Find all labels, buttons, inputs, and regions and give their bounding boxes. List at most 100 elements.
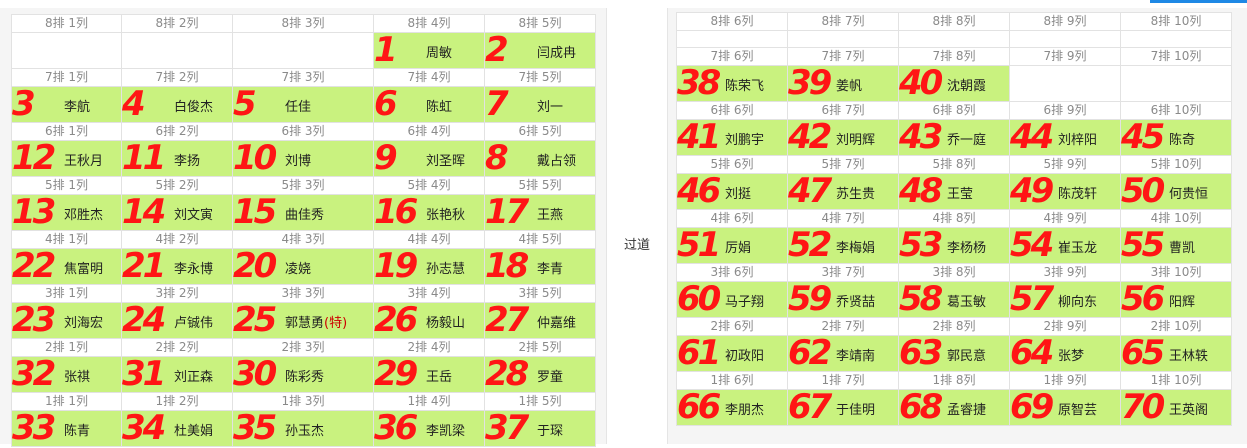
occupied-seat[interactable]: 4 白俊杰 (121, 86, 233, 123)
occupied-seat[interactable]: 27 仲嘉维 (484, 302, 596, 339)
occupied-seat[interactable]: 3 李航 (11, 86, 122, 123)
occupied-seat[interactable]: 2 闫成冉 (484, 32, 596, 69)
occupied-seat[interactable]: 11 李扬 (121, 140, 233, 177)
empty-seat[interactable] (676, 30, 788, 48)
occupied-seat[interactable]: 48 王莹 (898, 173, 1010, 210)
occupied-seat[interactable]: 37 于琛 (484, 410, 596, 447)
occupied-seat[interactable]: 43 乔一庭 (898, 119, 1010, 156)
occupied-seat[interactable]: 10 刘博 (232, 140, 374, 177)
occupied-seat[interactable]: 64 张梦 (1009, 335, 1121, 372)
occupied-seat[interactable]: 35 孙玉杰 (232, 410, 374, 447)
occupied-seat[interactable]: 31 刘正森 (121, 356, 233, 393)
student-name: 陈彩秀 (285, 366, 324, 385)
occupied-seat[interactable]: 21 李永博 (121, 248, 233, 285)
student-name: 王莹 (947, 183, 973, 202)
occupied-seat[interactable]: 67 于佳明 (787, 389, 899, 426)
occupied-seat[interactable]: 36 李凯梁 (373, 410, 485, 447)
occupied-seat[interactable]: 54 崔玉龙 (1009, 227, 1121, 264)
seat-row: 13 邓胜杰 14 刘文寅 15 曲佳秀 16 张艳秋 17 王燕 (11, 194, 596, 231)
occupied-seat[interactable]: 8 戴占领 (484, 140, 596, 177)
student-name-text: 刘鹏宇 (725, 133, 765, 148)
occupied-seat[interactable]: 15 曲佳秀 (232, 194, 374, 231)
occupied-seat[interactable]: 13 邓胜杰 (11, 194, 122, 231)
occupied-seat[interactable]: 28 罗童 (484, 356, 596, 393)
seat-row: 46 刘挺 47 苏生贵 48 王莹 49 陈茂轩 50 何贵恒 (676, 173, 1232, 210)
occupied-seat[interactable]: 17 王燕 (484, 194, 596, 231)
student-name-text: 邓胜杰 (64, 208, 104, 223)
handwritten-seat-number: 9 (374, 138, 398, 178)
occupied-seat[interactable]: 25 郭慧勇(特) (232, 302, 374, 339)
student-name: 陈茂轩 (1058, 183, 1097, 202)
occupied-seat[interactable]: 42 刘明辉 (787, 119, 899, 156)
student-name: 罗童 (537, 366, 563, 385)
empty-seat[interactable] (11, 32, 122, 69)
occupied-seat[interactable]: 60 马子翔 (676, 281, 788, 318)
occupied-seat[interactable]: 39 姜帆 (787, 65, 899, 102)
occupied-seat[interactable]: 44 刘梓阳 (1009, 119, 1121, 156)
student-name-text: 葛玉敏 (947, 295, 987, 310)
handwritten-seat-number: 42 (788, 117, 832, 157)
empty-seat[interactable] (1120, 65, 1232, 102)
occupied-seat[interactable]: 66 李朋杰 (676, 389, 788, 426)
occupied-seat[interactable]: 62 李靖南 (787, 335, 899, 372)
empty-seat[interactable] (898, 30, 1010, 48)
handwritten-seat-number: 33 (12, 408, 56, 448)
occupied-seat[interactable]: 12 王秋月 (11, 140, 122, 177)
student-name-text: 柳向东 (1058, 295, 1098, 310)
occupied-seat[interactable]: 40 沈朝霞 (898, 65, 1010, 102)
occupied-seat[interactable]: 46 刘挺 (676, 173, 788, 210)
occupied-seat[interactable]: 51 厉娟 (676, 227, 788, 264)
occupied-seat[interactable]: 33 陈青 (11, 410, 122, 447)
occupied-seat[interactable]: 6 陈虹 (373, 86, 485, 123)
occupied-seat[interactable]: 65 王林轶 (1120, 335, 1232, 372)
occupied-seat[interactable]: 29 王岳 (373, 356, 485, 393)
occupied-seat[interactable]: 22 焦富明 (11, 248, 122, 285)
occupied-seat[interactable]: 16 张艳秋 (373, 194, 485, 231)
student-name: 何贵恒 (1169, 183, 1208, 202)
occupied-seat[interactable]: 61 初政阳 (676, 335, 788, 372)
occupied-seat[interactable]: 53 李杨杨 (898, 227, 1010, 264)
occupied-seat[interactable]: 19 孙志慧 (373, 248, 485, 285)
occupied-seat[interactable]: 45 陈奇 (1120, 119, 1232, 156)
occupied-seat[interactable]: 7 刘一 (484, 86, 596, 123)
occupied-seat[interactable]: 1 周敏 (373, 32, 485, 69)
occupied-seat[interactable]: 56 阳辉 (1120, 281, 1232, 318)
occupied-seat[interactable]: 41 刘鹏宇 (676, 119, 788, 156)
occupied-seat[interactable]: 47 苏生贵 (787, 173, 899, 210)
empty-seat[interactable] (121, 32, 233, 69)
occupied-seat[interactable]: 38 陈荣飞 (676, 65, 788, 102)
occupied-seat[interactable]: 57 柳向东 (1009, 281, 1121, 318)
empty-seat[interactable] (1009, 30, 1121, 48)
occupied-seat[interactable]: 52 李梅娟 (787, 227, 899, 264)
occupied-seat[interactable]: 9 刘圣晖 (373, 140, 485, 177)
occupied-seat[interactable]: 30 陈彩秀 (232, 356, 374, 393)
occupied-seat[interactable]: 63 郭民意 (898, 335, 1010, 372)
occupied-seat[interactable]: 24 卢铖伟 (121, 302, 233, 339)
empty-seat[interactable] (1009, 65, 1121, 102)
occupied-seat[interactable]: 14 刘文寅 (121, 194, 233, 231)
occupied-seat[interactable]: 49 陈茂轩 (1009, 173, 1121, 210)
occupied-seat[interactable]: 20 凌娆 (232, 248, 374, 285)
occupied-seat[interactable]: 18 李青 (484, 248, 596, 285)
occupied-seat[interactable]: 55 曹凯 (1120, 227, 1232, 264)
occupied-seat[interactable]: 26 杨毅山 (373, 302, 485, 339)
student-name-text: 乔一庭 (947, 133, 987, 148)
occupied-seat[interactable]: 69 原智芸 (1009, 389, 1121, 426)
occupied-seat[interactable]: 59 乔贤喆 (787, 281, 899, 318)
student-name: 李航 (64, 96, 90, 115)
empty-seat[interactable] (232, 32, 374, 69)
student-name-text: 李航 (64, 100, 91, 115)
occupied-seat[interactable]: 50 何贵恒 (1120, 173, 1232, 210)
empty-seat[interactable] (1120, 30, 1232, 48)
student-name: 王英阁 (1169, 399, 1208, 418)
occupied-seat[interactable]: 58 葛玉敏 (898, 281, 1010, 318)
occupied-seat[interactable]: 5 任佳 (232, 86, 374, 123)
occupied-seat[interactable]: 68 孟睿捷 (898, 389, 1010, 426)
occupied-seat[interactable]: 34 杜美娟 (121, 410, 233, 447)
occupied-seat[interactable]: 70 王英阁 (1120, 389, 1232, 426)
occupied-seat[interactable]: 32 张祺 (11, 356, 122, 393)
empty-seat[interactable] (787, 30, 899, 48)
student-name: 李杨杨 (947, 237, 986, 256)
occupied-seat[interactable]: 23 刘海宏 (11, 302, 122, 339)
seat-row (676, 30, 1232, 48)
